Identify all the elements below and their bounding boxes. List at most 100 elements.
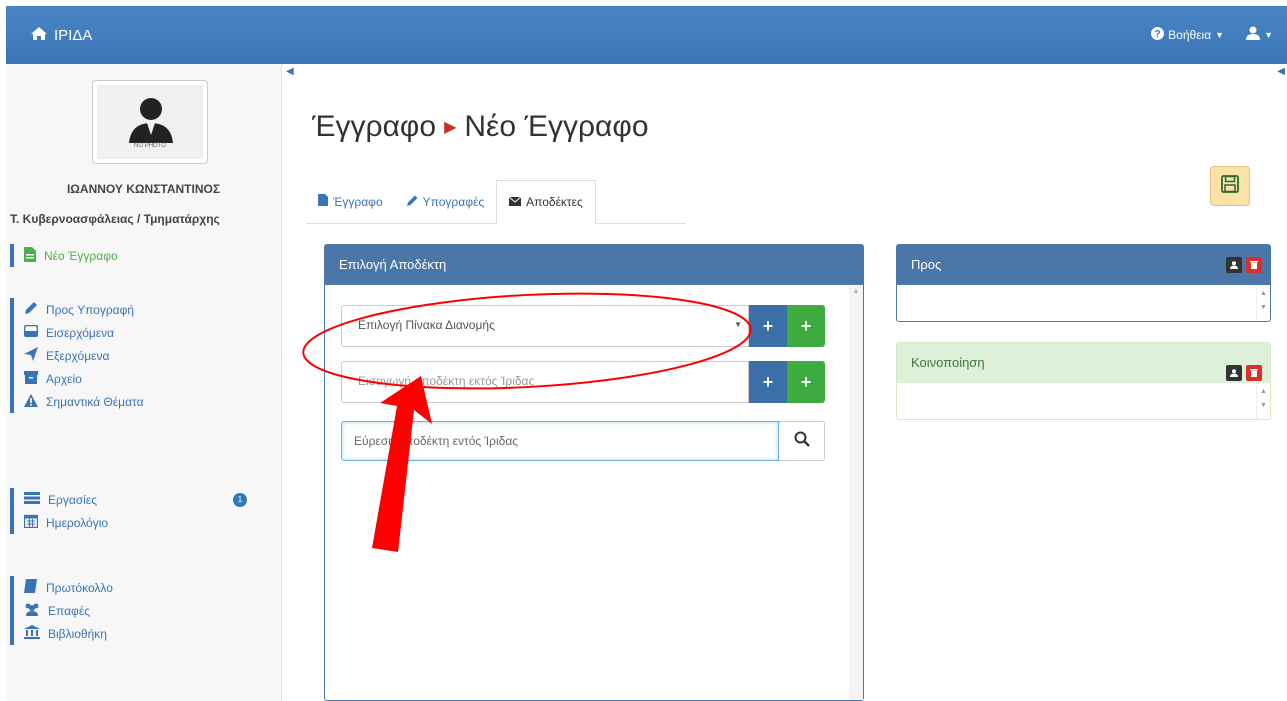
brand-label: ΙΡΙΔΑ — [54, 27, 93, 44]
tasks-icon — [24, 492, 40, 507]
sidebar-item-label: Σημαντικά Θέματα — [46, 394, 144, 409]
brand[interactable]: ΙΡΙΔΑ — [30, 26, 92, 45]
file-icon — [24, 246, 36, 265]
distribution-list-row: Επιλογή Πίνακα Διανομής ▼ + + — [341, 305, 825, 347]
panel-title: Κοινοποίηση — [897, 343, 1270, 383]
user-icon — [1230, 256, 1238, 274]
tab-label: Έγγραφο — [333, 194, 383, 209]
panel-title: Προς — [897, 245, 1270, 285]
add-external-to-button[interactable]: + — [749, 361, 787, 403]
cc-panel-scrollbar[interactable]: ▲ ▼ — [1256, 385, 1270, 419]
to-panel-scrollbar[interactable]: ▲ ▼ — [1256, 287, 1270, 321]
internal-recipient-search: Εύρεση αποδέκτη εντός Ίριδας — [341, 421, 825, 461]
sidebar-item-label: Νέο Έγγραφο — [44, 248, 118, 263]
warning-icon — [24, 393, 38, 410]
input-placeholder: Εισαγωγή αποδέκτη εκτός Ίριδας — [358, 374, 535, 388]
trash-icon — [1250, 364, 1258, 382]
sidebar-item-archive[interactable]: Αρχείο — [14, 367, 144, 390]
menu-group-documents: Προς Υπογραφή Εισερχόμενα Εξερχόμενα Αρχ… — [10, 298, 144, 413]
sidebar-item-calendar[interactable]: Ημερολόγιο — [14, 511, 108, 534]
search-input[interactable]: Εύρεση αποδέκτη εντός Ίριδας — [341, 421, 779, 461]
tab-signatures[interactable]: Υπογραφές — [395, 180, 496, 223]
users-icon — [24, 603, 40, 619]
home-icon — [30, 26, 48, 45]
document-tabs: Έγγραφο Υπογραφές Αποδέκτες — [306, 180, 686, 224]
sidebar-item-label: Πρωτόκολλο — [46, 580, 113, 595]
file-icon — [318, 194, 328, 209]
question-icon: ? — [1151, 26, 1165, 43]
caret-right-icon: ▶ — [444, 119, 457, 136]
page-title: Έγγραφο ▶ Νέο Έγγραφο — [312, 110, 649, 144]
add-distribution-cc-button[interactable]: + — [787, 305, 825, 347]
panel-title: Επιλογή Αποδέκτη — [325, 245, 863, 285]
sidebar-item-tasks[interactable]: Εργασίες 1 — [14, 488, 247, 511]
sidebar-item-label: Εισερχόμενα — [46, 325, 115, 340]
search-icon — [794, 431, 810, 452]
tab-document[interactable]: Έγγραφο — [306, 180, 395, 223]
tab-label: Υπογραφές — [422, 194, 485, 209]
user-icon — [1230, 364, 1238, 382]
menu-group-other: Πρωτόκολλο Επαφές Βιβλιοθήκη — [10, 576, 113, 645]
sidebar-item-important[interactable]: Σημαντικά Θέματα — [14, 390, 144, 413]
sidebar-item-label: Εργασίες — [48, 492, 97, 507]
sidebar-item-label: Βιβλιοθήκη — [48, 626, 107, 641]
menu-group-tasks: Εργασίες 1 Ημερολόγιο — [10, 488, 247, 534]
pencil-icon — [406, 195, 418, 209]
sidebar-item-label: Εξερχόμενα — [46, 348, 110, 363]
help-label: Βοήθεια — [1168, 27, 1212, 42]
clear-to-button[interactable] — [1226, 257, 1242, 273]
archive-icon — [24, 370, 38, 387]
sidebar-item-label: Αρχείο — [46, 371, 82, 386]
sidebar-item-label: Επαφές — [48, 603, 90, 618]
calendar-icon — [23, 514, 39, 531]
tab-recipients[interactable]: Αποδέκτες — [496, 180, 596, 224]
chevron-down-icon: ▼ — [734, 320, 742, 329]
photo-label: NO PHOTO — [134, 143, 166, 149]
add-external-cc-button[interactable]: + — [787, 361, 825, 403]
sidebar-item-outbox[interactable]: Εξερχόμενα — [14, 344, 144, 367]
sidebar-item-library[interactable]: Βιβλιοθήκη — [14, 622, 113, 645]
tab-label: Αποδέκτες — [526, 195, 583, 209]
envelope-icon — [508, 195, 522, 209]
chevron-down-icon: ▼ — [1215, 29, 1225, 40]
sidebar-item-to-sign[interactable]: Προς Υπογραφή — [14, 298, 144, 321]
sidebar-item-inbox[interactable]: Εισερχόμενα — [14, 321, 144, 344]
user-name: ΙΩΑΝΝΟΥ ΚΩΝΣΤΑΝΤΙΝΟΣ — [66, 182, 221, 196]
delete-to-button[interactable] — [1246, 257, 1262, 273]
sidebar-item-label: Ημερολόγιο — [46, 515, 109, 530]
trash-icon — [1250, 256, 1258, 274]
sidebar-collapse-icon[interactable]: ◀ — [286, 66, 294, 77]
user-icon — [1246, 26, 1261, 43]
delete-cc-button[interactable] — [1246, 365, 1262, 381]
sidebar: NO PHOTO ΙΩΑΝΝΟΥ ΚΩΝΣΤΑΝΤΙΝΟΣ Τ. Κυβερνο… — [6, 64, 282, 701]
person-silhouette-icon — [129, 98, 173, 143]
menu-group-new: Νέο Έγγραφο — [10, 244, 118, 267]
clear-cc-button[interactable] — [1226, 365, 1242, 381]
sidebar-item-contacts[interactable]: Επαφές — [14, 599, 113, 622]
breadcrumb-document: Έγγραφο — [312, 110, 437, 143]
distribution-list-select[interactable]: Επιλογή Πίνακα Διανομής ▼ — [341, 305, 749, 347]
select-value: Επιλογή Πίνακα Διανομής — [358, 318, 495, 332]
floppy-disk-icon — [1221, 174, 1239, 198]
avatar: NO PHOTO — [92, 80, 208, 164]
user-role: Τ. Κυβερνοασφάλειας / Τμηματάρχης — [10, 212, 220, 226]
help-menu[interactable]: ? Βοήθεια ▼ — [1151, 26, 1225, 43]
input-placeholder: Εύρεση αποδέκτη εντός Ίριδας — [354, 434, 519, 448]
right-collapse-icon[interactable]: ◀ — [1277, 66, 1285, 77]
panel-scrollbar[interactable]: ▲ — [849, 286, 863, 700]
search-button[interactable] — [779, 421, 825, 461]
add-distribution-to-button[interactable]: + — [749, 305, 787, 347]
save-button[interactable] — [1210, 166, 1250, 206]
to-panel: Προς ▲ ▼ — [896, 244, 1271, 322]
sidebar-item-new-document[interactable]: Νέο Έγγραφο — [14, 244, 118, 267]
top-navbar: ΙΡΙΔΑ ? Βοήθεια ▼ ▼ — [6, 6, 1287, 64]
chevron-down-icon: ▼ — [1264, 29, 1273, 40]
user-menu[interactable]: ▼ — [1246, 26, 1273, 43]
inbox-icon — [23, 324, 39, 340]
external-recipient-row: Εισαγωγή αποδέκτη εκτός Ίριδας + + — [341, 361, 825, 403]
send-icon — [24, 347, 38, 364]
breadcrumb-new-document: Νέο Έγγραφο — [464, 110, 649, 143]
recipient-selection-panel: Επιλογή Αποδέκτη Επιλογή Πίνακα Διανομής… — [324, 244, 864, 701]
external-recipient-input[interactable]: Εισαγωγή αποδέκτη εκτός Ίριδας — [341, 361, 749, 403]
sidebar-item-protocol[interactable]: Πρωτόκολλο — [14, 576, 113, 599]
